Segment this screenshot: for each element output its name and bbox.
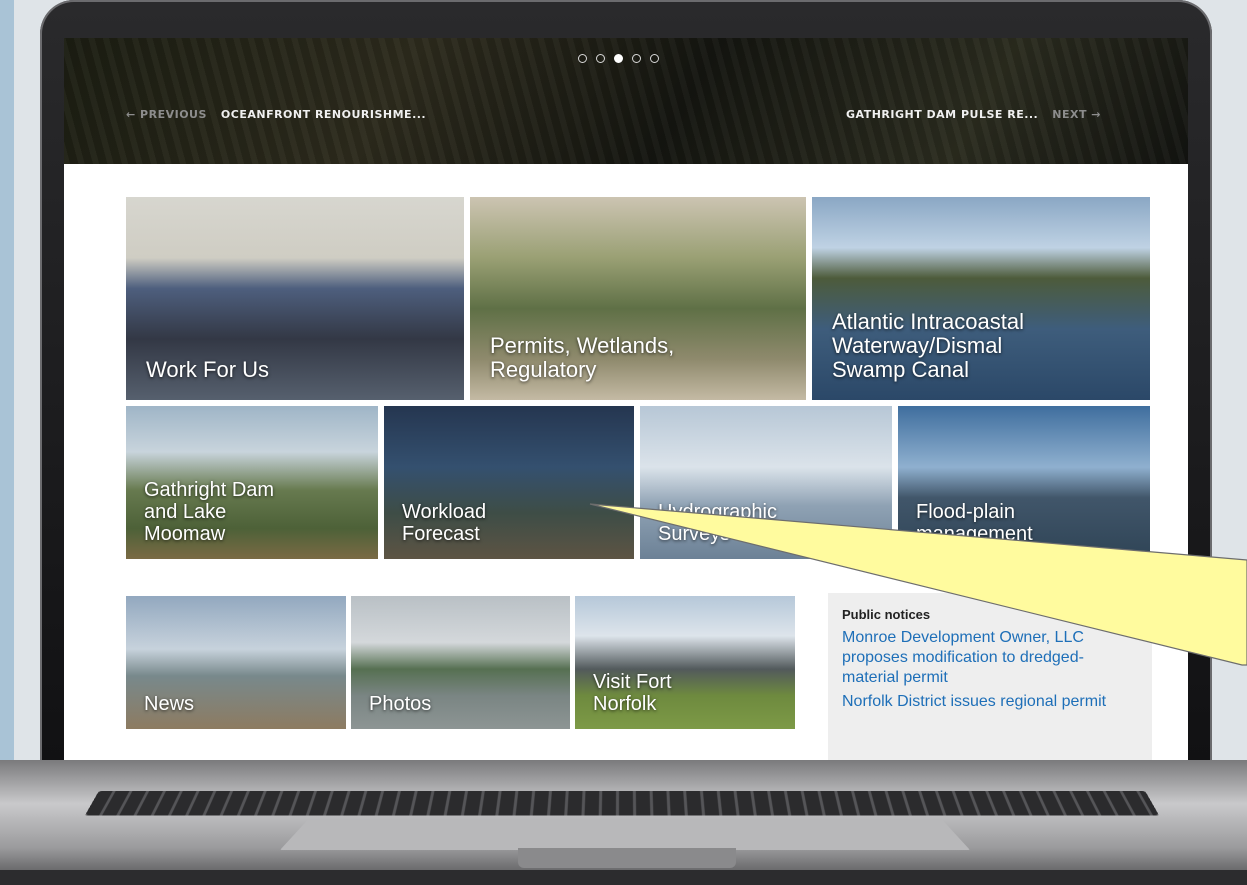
tile-label: Visit Fort Norfolk xyxy=(593,671,672,715)
carousel-next[interactable]: GATHRIGHT DAM PULSE RE... NEXT → xyxy=(846,108,1101,121)
tile-atlantic-intracoastal-waterway[interactable]: Atlantic Intracoastal Waterway/Dismal Sw… xyxy=(812,197,1150,400)
carousel-dot-1[interactable] xyxy=(578,54,587,63)
next-label[interactable]: NEXT → xyxy=(1052,108,1101,121)
tile-photos[interactable]: Photos xyxy=(351,596,570,729)
carousel-dot-4[interactable] xyxy=(632,54,641,63)
tile-work-for-us[interactable]: Work For Us xyxy=(126,197,464,400)
hero-carousel: ← PREVIOUS OCEANFRONT RENOURISHME... GAT… xyxy=(64,38,1188,164)
next-title[interactable]: GATHRIGHT DAM PULSE RE... xyxy=(846,108,1038,121)
tile-label: Work For Us xyxy=(146,357,270,382)
tile-label: Permits, Wetlands, Regulatory xyxy=(490,333,675,382)
carousel-dot-3[interactable] xyxy=(614,54,623,63)
tile-news[interactable]: News xyxy=(126,596,346,729)
left-edge-strip xyxy=(0,0,14,885)
tile-label: Hydrographic Surveys xyxy=(658,501,777,545)
carousel-previous[interactable]: ← PREVIOUS OCEANFRONT RENOURISHME... xyxy=(126,108,426,121)
tile-workload-forecast[interactable]: Workload Forecast xyxy=(384,406,634,559)
tile-label: Workload Forecast xyxy=(402,501,487,545)
laptop-hinge xyxy=(518,848,736,868)
tile-hydrographic-surveys[interactable]: Hydrographic Surveys xyxy=(640,406,892,559)
laptop-base-front xyxy=(0,870,1247,885)
tile-label: News xyxy=(144,693,195,715)
notice-link-regional-permit[interactable]: Norfolk District issues regional permit xyxy=(842,692,1140,712)
notice-link-monroe[interactable]: Monroe Development Owner, LLC proposes m… xyxy=(842,628,1140,688)
tile-permits-wetlands-regulatory[interactable]: Permits, Wetlands, Regulatory xyxy=(470,197,806,400)
tile-label: Atlantic Intracoastal Waterway/Dismal Sw… xyxy=(832,309,1024,382)
carousel-dot-5[interactable] xyxy=(650,54,659,63)
laptop-keyboard xyxy=(84,790,1160,816)
carousel-dot-2[interactable] xyxy=(596,54,605,63)
tile-label: Flood-plain management xyxy=(916,501,1033,545)
carousel-dots xyxy=(578,54,659,63)
public-notices-panel: Public notices Monroe Development Owner,… xyxy=(828,593,1152,760)
previous-label[interactable]: ← PREVIOUS xyxy=(126,108,207,121)
laptop-screen: ← PREVIOUS OCEANFRONT RENOURISHME... GAT… xyxy=(64,38,1188,760)
laptop-trackpad xyxy=(280,820,970,850)
tile-gathright-dam[interactable]: Gathright Dam and Lake Moomaw xyxy=(126,406,378,559)
tile-flood-plain-management[interactable]: Flood-plain management xyxy=(898,406,1150,559)
previous-title[interactable]: OCEANFRONT RENOURISHME... xyxy=(221,108,426,121)
tile-label: Photos xyxy=(369,693,432,715)
tile-label: Gathright Dam and Lake Moomaw xyxy=(144,479,275,545)
tile-visit-fort-norfolk[interactable]: Visit Fort Norfolk xyxy=(575,596,795,729)
public-notices-title: Public notices xyxy=(842,607,931,622)
